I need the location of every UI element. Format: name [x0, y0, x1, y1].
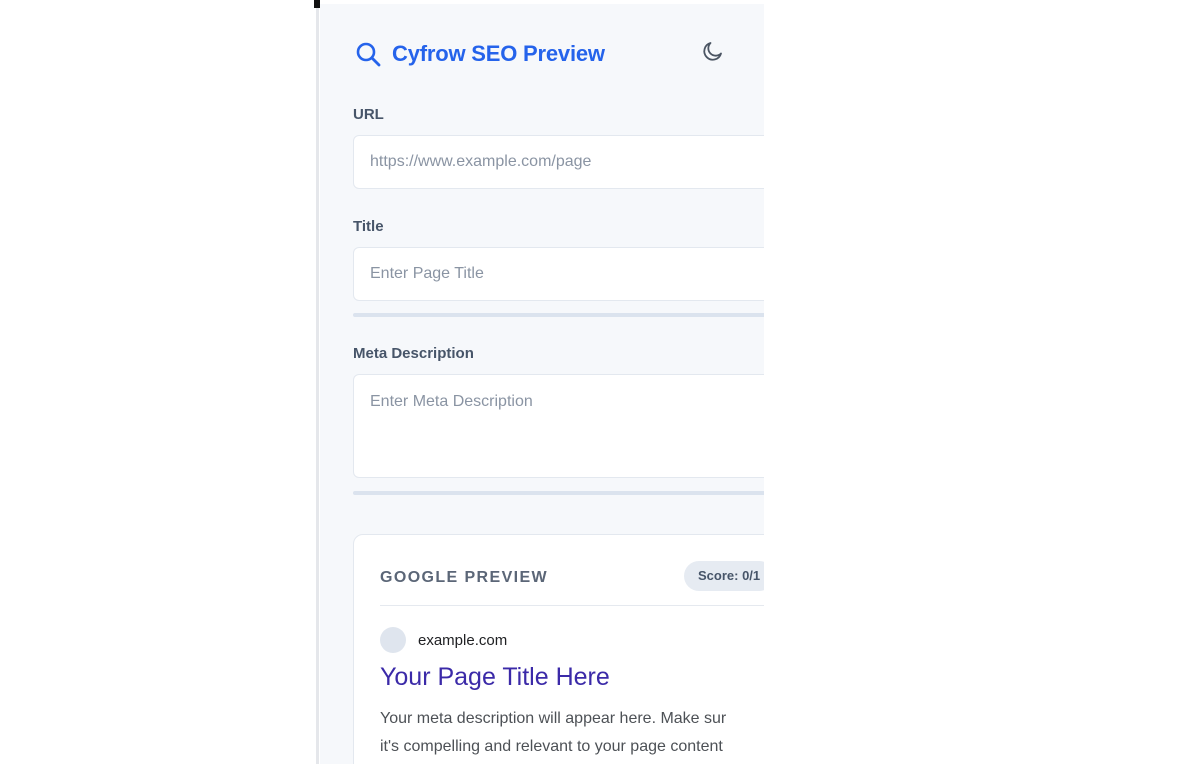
meta-description-input[interactable]: [353, 374, 764, 478]
google-preview-card: GOOGLE PREVIEW Score: 0/1 example.com Yo…: [353, 534, 764, 764]
google-preview-heading: GOOGLE PREVIEW: [380, 569, 549, 586]
seo-preview-panel: Cyfrow SEO Preview URL Title Meta Descri…: [320, 4, 764, 764]
result-snippet: Your meta description will appear here. …: [380, 705, 764, 761]
search-icon: [354, 40, 382, 68]
theme-toggle-button[interactable]: [698, 38, 728, 68]
url-label: URL: [353, 106, 384, 123]
app-title: Cyfrow SEO Preview: [392, 41, 605, 66]
site-favicon: [380, 627, 406, 653]
url-input[interactable]: [353, 135, 764, 189]
snippet-line: Your meta description will appear here. …: [380, 710, 727, 727]
meta-description-label: Meta Description: [353, 345, 474, 362]
window-edge: [316, 0, 319, 764]
site-domain: example.com: [418, 632, 508, 649]
meta-description-length-bar: [353, 491, 764, 495]
title-input[interactable]: [353, 247, 764, 301]
snippet-line: it's compelling and relevant to your pag…: [380, 738, 723, 755]
title-length-bar: [353, 313, 764, 317]
title-label: Title: [353, 218, 384, 235]
result-title[interactable]: Your Page Title Here: [380, 663, 610, 692]
app-header: Cyfrow SEO Preview: [354, 34, 605, 74]
score-badge: Score: 0/1: [684, 561, 764, 591]
moon-icon: [701, 39, 725, 68]
screen: Cyfrow SEO Preview URL Title Meta Descri…: [0, 0, 1200, 764]
card-divider: [380, 605, 764, 606]
